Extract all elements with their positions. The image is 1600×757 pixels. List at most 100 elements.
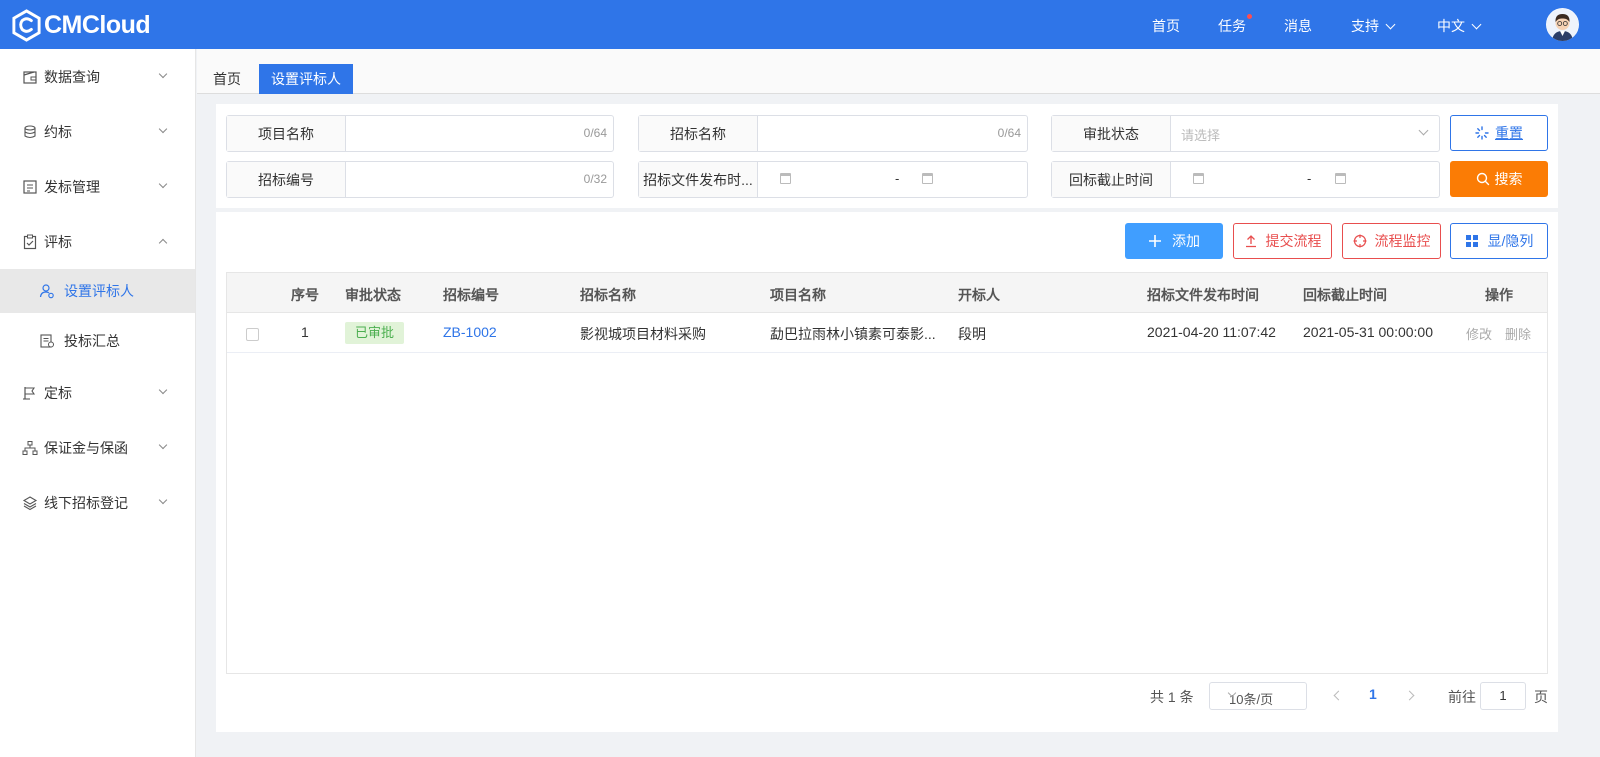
summary-doc-icon [40, 334, 54, 348]
nav-tasks[interactable]: 任务 [1218, 14, 1252, 36]
calendar-icon [922, 173, 933, 184]
sidebar-item-data-query[interactable]: 数据查询 [0, 49, 195, 105]
goto-label: 前往 [1448, 689, 1476, 705]
range-separator: - [1307, 171, 1312, 186]
top-header: CMCloud 首页 任务 消息 支持 中文 [0, 0, 1600, 49]
tender-no-input[interactable]: 0/32 [346, 162, 613, 197]
flag-icon [23, 387, 36, 400]
sidebar-item-label: 线下招标登记 [44, 495, 128, 511]
row-checkbox[interactable] [246, 328, 259, 341]
sidebar-subitem-label: 设置评标人 [64, 283, 134, 299]
filter-tender-name: 招标名称 0/64 [638, 115, 1028, 152]
submit-flow-button[interactable]: 提交流程 [1233, 223, 1332, 259]
column-header: 操作 [1485, 287, 1513, 303]
search-button-label: 搜索 [1494, 171, 1523, 187]
current-page[interactable]: 1 [1369, 686, 1377, 702]
tab-home[interactable]: 首页 [201, 64, 253, 94]
nav-support-label: 支持 [1351, 18, 1379, 34]
chevron-down-icon [158, 440, 168, 450]
status-badge: 已审批 [345, 322, 405, 344]
nav-home[interactable]: 首页 [1152, 16, 1180, 36]
sidebar-item-award[interactable]: 定标 [0, 365, 195, 421]
calendar-icon [1335, 173, 1346, 184]
org-chart-icon [22, 441, 38, 455]
approval-status-select[interactable]: 请选择 [1171, 116, 1439, 151]
sidebar-item-label: 定标 [44, 385, 72, 401]
chevron-down-icon [158, 179, 168, 189]
edit-action[interactable]: 修改 [1466, 324, 1492, 343]
reset-button[interactable]: 重置 [1450, 115, 1548, 151]
filter-panel: 项目名称 0/64 招标名称 0/64 审批状态 请选择 重置 招标编号 0/3… [216, 104, 1558, 208]
search-button[interactable]: 搜索 [1450, 161, 1548, 197]
chevron-up-icon [158, 238, 168, 248]
deadline-range[interactable]: - [1171, 162, 1439, 197]
column-header: 招标编号 [443, 287, 499, 303]
search-icon [1476, 172, 1489, 186]
sidebar: 数据查询 约标 发标管理 评标 设置评标人 投标汇总 定标 保证金与保函 线下招… [0, 49, 196, 757]
sidebar-item-label: 发标管理 [44, 179, 100, 195]
char-counter: 0/64 [997, 126, 1021, 140]
table-row[interactable]: 1 已审批 ZB-1002 影视城项目材料采购 勐巴拉雨林小镇素可泰影... 段… [227, 313, 1547, 353]
goto-page-input[interactable]: 1 [1480, 682, 1526, 710]
task-notification-dot [1247, 14, 1252, 19]
chevron-down-icon [1471, 19, 1482, 30]
sidebar-item-evaluation[interactable]: 评标 [0, 214, 195, 270]
filter-label: 招标编号 [227, 162, 346, 197]
sidebar-item-publish-management[interactable]: 发标管理 [0, 159, 195, 215]
chevron-down-icon [1418, 125, 1429, 136]
brand-logo[interactable]: CMCloud [10, 8, 151, 42]
monitor-flow-button[interactable]: 流程监控 [1342, 223, 1441, 259]
filter-label: 招标名称 [639, 116, 758, 151]
row-index: 1 [301, 324, 309, 340]
char-counter: 0/64 [583, 126, 607, 140]
column-header: 项目名称 [770, 287, 826, 303]
page-tabs: 首页 设置评标人 [197, 49, 1600, 94]
sidebar-item-label: 约标 [44, 124, 72, 140]
submit-flow-label: 提交流程 [1265, 233, 1322, 249]
column-header: 招标名称 [580, 287, 636, 303]
table-panel: 添加 提交流程 流程监控 显/隐列 序号 审批状态 招标编号 招标名称 项目名称… [216, 212, 1558, 732]
sidebar-item-offline-registration[interactable]: 线下招标登记 [0, 475, 195, 531]
sidebar-subitem-set-evaluator[interactable]: 设置评标人 [0, 269, 195, 313]
column-header: 招标文件发布时间 [1147, 287, 1259, 303]
tender-no-link[interactable]: ZB-1002 [443, 324, 497, 340]
nav-language-label: 中文 [1437, 18, 1465, 34]
delete-action[interactable]: 删除 [1505, 324, 1531, 343]
project-name-cell: 勐巴拉雨林小镇素可泰影... [770, 326, 936, 342]
pagination: 共 1 条 10条/页 1 前往 1 页 [216, 682, 1558, 712]
add-button[interactable]: 添加 [1125, 223, 1223, 259]
toggle-columns-button[interactable]: 显/隐列 [1450, 223, 1548, 259]
next-page-icon[interactable] [1404, 690, 1415, 701]
filter-project-name: 项目名称 0/64 [226, 115, 614, 152]
tender-name-input[interactable]: 0/64 [758, 116, 1027, 151]
filter-label: 审批状态 [1052, 116, 1171, 151]
nav-language[interactable]: 中文 [1437, 16, 1482, 36]
total-count: 共 1 条 [1150, 689, 1194, 705]
table-header: 序号 审批状态 招标编号 招标名称 项目名称 开标人 招标文件发布时间 回标截止… [227, 273, 1547, 313]
publish-time-range[interactable]: - [758, 162, 1027, 197]
filter-label: 项目名称 [227, 116, 346, 151]
sidebar-item-invite-bid[interactable]: 约标 [0, 104, 195, 160]
data-table: 序号 审批状态 招标编号 招标名称 项目名称 开标人 招标文件发布时间 回标截止… [226, 272, 1548, 674]
deadline-cell: 2021-05-31 00:00:00 [1303, 324, 1433, 340]
nav-messages[interactable]: 消息 [1284, 16, 1312, 36]
select-placeholder: 请选择 [1181, 128, 1221, 143]
layers-icon [22, 496, 38, 511]
sidebar-item-deposit-guarantee[interactable]: 保证金与保函 [0, 420, 195, 476]
sidebar-subitem-bid-summary[interactable]: 投标汇总 [0, 319, 195, 363]
chevron-down-icon [1385, 19, 1396, 30]
page-size-select[interactable]: 10条/页 [1209, 682, 1307, 710]
plus-icon [1149, 235, 1161, 247]
filter-publish-time: 招标文件发布时... - [638, 161, 1028, 198]
chevron-down-icon [158, 69, 168, 79]
loading-spinner-icon [1475, 126, 1489, 140]
prev-page-icon[interactable] [1333, 690, 1344, 701]
filter-label: 招标文件发布时... [639, 162, 758, 197]
tab-set-evaluator[interactable]: 设置评标人 [259, 64, 353, 94]
avatar-icon [1546, 8, 1579, 41]
project-name-input[interactable]: 0/64 [346, 116, 613, 151]
user-avatar[interactable] [1546, 8, 1579, 41]
nav-support[interactable]: 支持 [1351, 16, 1396, 36]
filter-tender-no: 招标编号 0/32 [226, 161, 614, 198]
filter-deadline: 回标截止时间 - [1051, 161, 1440, 198]
